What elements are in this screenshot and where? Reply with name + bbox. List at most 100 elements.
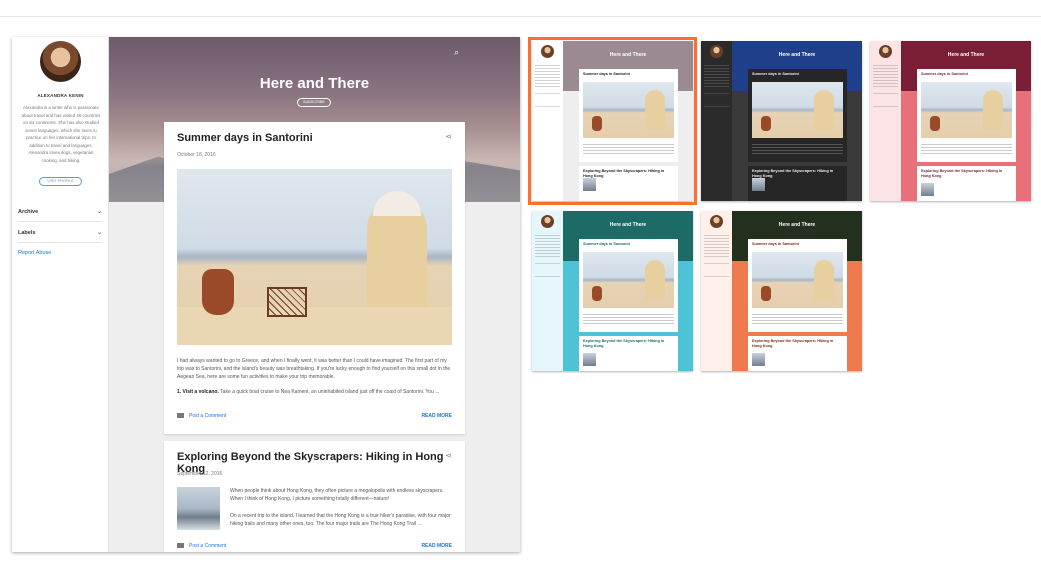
chevron-down-icon: ⌄ xyxy=(96,209,102,215)
theme-avatar xyxy=(541,45,554,58)
share-icon[interactable]: ⋖ xyxy=(445,451,452,460)
theme-bio-lines xyxy=(873,63,898,88)
theme-post-card: Summer days in Santorini xyxy=(748,239,847,332)
subscribe-button[interactable]: SUBSCRIBE xyxy=(297,98,331,107)
image-tower xyxy=(645,90,665,130)
image-pot xyxy=(202,269,234,315)
theme-sidebar-items xyxy=(873,93,898,107)
theme-post-card: Summer days in Santorini xyxy=(579,69,678,162)
theme-post-image xyxy=(752,82,843,138)
post-thumbnail xyxy=(177,487,220,530)
theme-bio-lines xyxy=(535,63,560,88)
image-pot xyxy=(761,286,771,301)
post-snippet: I had always wanted to go to Greece, and… xyxy=(177,358,451,380)
theme-post-title: Exploring Beyond the Skyscrapers: Hiking… xyxy=(583,339,665,348)
report-abuse-link[interactable]: Report Abuse xyxy=(18,250,51,256)
image-tower xyxy=(983,90,1003,130)
share-icon[interactable]: ⋖ xyxy=(445,132,452,141)
item-label: 1. Visit a volcano. xyxy=(177,389,219,395)
theme-post-title: Summer days in Santorini xyxy=(752,242,799,246)
sidebar-item-labels[interactable]: Labels ⌄ xyxy=(18,223,102,243)
theme-post-image xyxy=(921,82,1012,138)
image-pot xyxy=(592,286,602,301)
theme-post-image xyxy=(583,252,674,308)
theme-avatar xyxy=(710,45,723,58)
image-tower xyxy=(645,260,665,300)
image-pot xyxy=(930,116,940,131)
theme-thumbnail[interactable]: Here and There Summer days in Santorini Ex… xyxy=(701,41,862,201)
theme-post-text xyxy=(583,312,674,324)
theme-post-card: Exploring Beyond the Skyscrapers: Hiking… xyxy=(748,166,847,201)
post-title[interactable]: Summer days in Santorini xyxy=(177,132,313,144)
theme-blog-title: Here and There xyxy=(778,222,816,228)
sidebar-item-label: Labels xyxy=(18,230,36,236)
theme-post-card: Summer days in Santorini xyxy=(748,69,847,162)
preview-sidebar: ALEXANDRA KENIN Alexandra is a writer wh… xyxy=(12,37,109,552)
sidebar-item-archive[interactable]: Archive ⌄ xyxy=(18,202,102,222)
theme-post-title: Exploring Beyond the Skyscrapers: Hiking… xyxy=(583,169,665,178)
theme-post-text xyxy=(583,142,674,154)
image-tower xyxy=(814,260,834,300)
post-card: Summer days in Santorini ⋖ October 18, 2… xyxy=(164,122,465,434)
theme-bio-lines xyxy=(535,233,560,258)
theme-sidebar xyxy=(870,41,901,201)
post-date: October 18, 2016 xyxy=(177,152,216,158)
item-text: Take a quick boat cruise to Nea Kameni, … xyxy=(218,389,440,395)
theme-post-text xyxy=(921,142,1012,154)
post-snippet: When people think about Hong Kong, they … xyxy=(230,488,444,502)
theme-post-card: Summer days in Santorini xyxy=(579,239,678,332)
top-divider xyxy=(0,16,1041,17)
theme-sidebar xyxy=(701,211,732,371)
post-comment-link[interactable]: Post a Comment xyxy=(177,543,226,549)
theme-post-thumbnail xyxy=(752,178,765,191)
theme-thumbnail[interactable]: Here and There Summer days in Santorini Ex… xyxy=(532,211,693,371)
theme-post-thumbnail xyxy=(921,183,934,196)
blog-preview[interactable]: ALEXANDRA KENIN Alexandra is a writer wh… xyxy=(12,37,520,552)
author-name: ALEXANDRA KENIN xyxy=(37,93,84,98)
theme-sidebar xyxy=(532,211,563,371)
post-snippet-item: 1. Visit a volcano. Take a quick boat cr… xyxy=(177,389,452,397)
theme-thumbnail[interactable]: Here and There Summer days in Santorini Ex… xyxy=(870,41,1031,201)
theme-bio-lines xyxy=(704,63,729,88)
post-snippet-2: On a recent trip to the island, I learne… xyxy=(230,513,451,527)
search-icon[interactable]: ⌕ xyxy=(454,47,464,57)
theme-sidebar-items xyxy=(704,263,729,277)
theme-post-text xyxy=(752,312,843,324)
image-tower xyxy=(814,90,834,130)
theme-post-image xyxy=(583,82,674,138)
theme-sidebar-items xyxy=(535,93,560,107)
post-image xyxy=(177,169,452,345)
theme-post-thumbnail xyxy=(583,353,596,366)
post-comment-label: Post a Comment xyxy=(189,413,227,419)
theme-post-card: Exploring Beyond the Skyscrapers: Hiking… xyxy=(579,166,678,201)
theme-post-thumbnail xyxy=(583,178,596,191)
avatar xyxy=(40,41,81,82)
theme-post-card: Exploring Beyond the Skyscrapers: Hiking… xyxy=(917,166,1016,201)
comment-icon xyxy=(177,543,184,549)
theme-bio-lines xyxy=(704,233,729,258)
theme-sidebar-items xyxy=(704,93,729,107)
theme-blog-title: Here and There xyxy=(778,52,816,58)
theme-post-title: Summer days in Santorini xyxy=(583,72,630,76)
author-bio: Alexandra is a writer who is passionate … xyxy=(21,105,101,163)
theme-blog-title: Here and There xyxy=(609,222,647,228)
theme-thumbnail[interactable]: Here and There Summer days in Santorini Ex… xyxy=(701,211,862,371)
post-comment-link[interactable]: Post a Comment xyxy=(177,413,226,419)
theme-sidebar xyxy=(701,41,732,201)
preview-main: ⌕ Here and There SUBSCRIBE Summer days i… xyxy=(109,37,520,552)
theme-sidebar xyxy=(532,41,563,201)
read-more-link[interactable]: READ MORE xyxy=(421,413,452,419)
read-more-link[interactable]: READ MORE xyxy=(421,543,452,549)
post-comment-label: Post a Comment xyxy=(189,543,227,549)
comment-icon xyxy=(177,413,184,419)
theme-post-title: Exploring Beyond the Skyscrapers: Hiking… xyxy=(752,169,834,178)
image-railing xyxy=(267,287,307,317)
theme-thumbnail[interactable]: Here and There Summer days in Santorini Ex… xyxy=(528,37,697,205)
theme-avatar xyxy=(710,215,723,228)
theme-post-card: Exploring Beyond the Skyscrapers: Hiking… xyxy=(579,336,678,371)
post-date: September 12, 2016 xyxy=(177,471,223,477)
theme-avatar xyxy=(541,215,554,228)
sidebar-item-label: Archive xyxy=(18,209,39,215)
chevron-down-icon: ⌄ xyxy=(96,230,102,236)
visit-profile-button[interactable]: VISIT PROFILE xyxy=(39,177,82,186)
